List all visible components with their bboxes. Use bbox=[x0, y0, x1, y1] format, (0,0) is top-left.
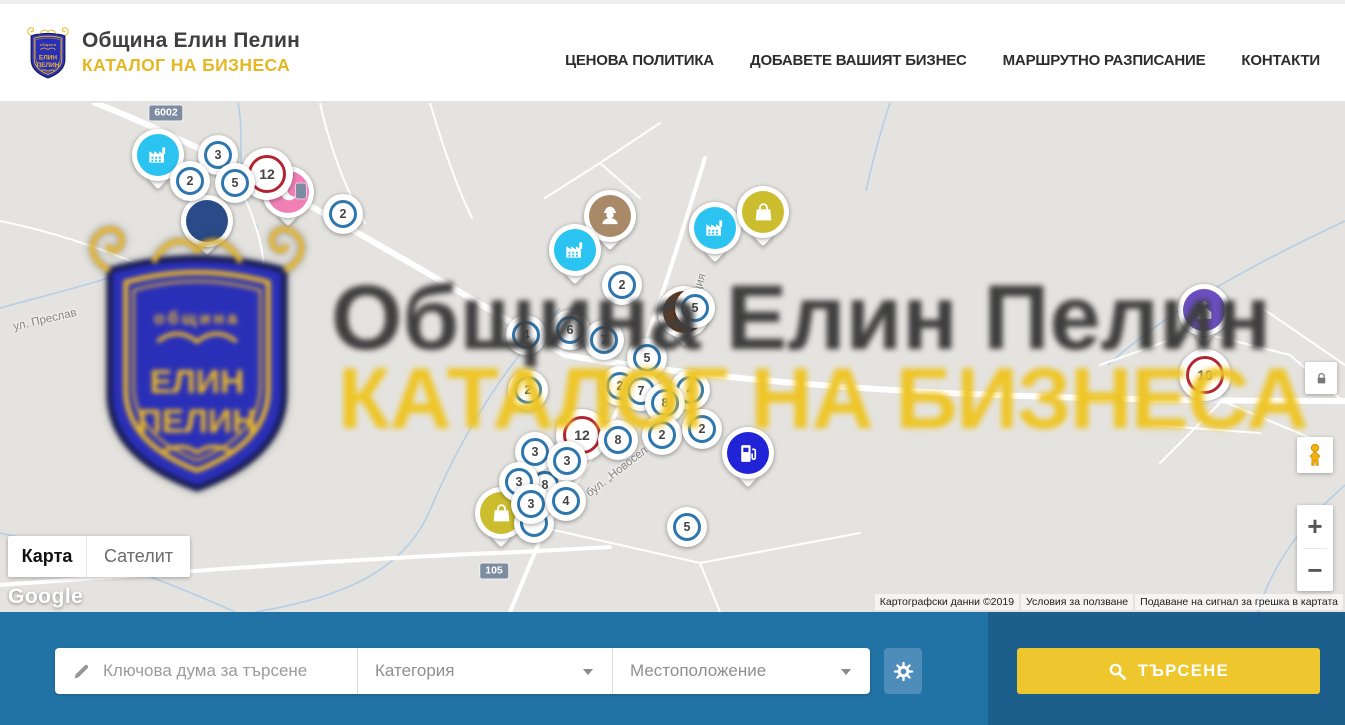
cluster-marker[interactable]: 3 bbox=[547, 441, 587, 481]
svg-text:ЕЛИН: ЕЛИН bbox=[39, 54, 58, 61]
cluster-marker[interactable]: 10 bbox=[1179, 349, 1231, 401]
cluster-marker[interactable]: 5 bbox=[667, 507, 707, 547]
zoom-in-button[interactable]: + bbox=[1297, 505, 1333, 548]
municipality-crest-icon: община ЕЛИН ПЕЛИН bbox=[25, 24, 71, 82]
cluster-marker[interactable]: 4 bbox=[506, 315, 546, 355]
brand-logo[interactable]: община ЕЛИН ПЕЛИН Община Елин Пелин КАТА… bbox=[25, 24, 300, 82]
category-select-label: Категория bbox=[375, 661, 454, 681]
site-title: Община Елин Пелин bbox=[82, 29, 300, 53]
map-lock-button[interactable] bbox=[1305, 362, 1337, 394]
cluster-marker[interactable]: 5 bbox=[675, 288, 715, 328]
map-type-control: Карта Сателит bbox=[8, 536, 190, 577]
svg-text:ПЕЛИН: ПЕЛИН bbox=[37, 62, 60, 69]
cluster-marker[interactable]: 7 bbox=[584, 320, 624, 360]
church-pin[interactable] bbox=[1178, 284, 1230, 336]
nav-add-business[interactable]: ДОБАВЕТЕ ВАШИЯТ БИЗНЕС bbox=[750, 52, 967, 69]
site-subtitle: КАТАЛОГ НА БИЗНЕСА bbox=[82, 55, 300, 76]
cluster-marker[interactable]: 8 bbox=[598, 420, 638, 460]
main-nav: ЦЕНОВА ПОЛИТИКА ДОБАВЕТЕ ВАШИЯТ БИЗНЕС М… bbox=[565, 52, 1320, 69]
zoom-out-button[interactable]: − bbox=[1297, 549, 1333, 592]
pegman-icon bbox=[1302, 442, 1328, 468]
cluster-marker[interactable]: 2 bbox=[642, 415, 682, 455]
location-select-label: Местоположение bbox=[630, 661, 766, 681]
cluster-marker[interactable]: 4 bbox=[546, 481, 586, 521]
satellite-view-button[interactable]: Сателит bbox=[86, 536, 190, 577]
zoom-control: + − bbox=[1297, 505, 1333, 591]
attribution-copyright: Картографски данни ©2019 bbox=[875, 594, 1019, 610]
fuel-pin[interactable] bbox=[722, 427, 774, 479]
google-logo[interactable]: Google bbox=[8, 585, 83, 609]
search-submit-label: ТЪРСЕНЕ bbox=[1138, 662, 1229, 681]
map-attribution: Картографски данни ©2019 Условия за полз… bbox=[875, 594, 1343, 610]
page: община ЕЛИН ПЕЛИН Община Елин Пелин КАТА… bbox=[0, 0, 1345, 725]
cluster-marker[interactable]: 2 bbox=[602, 265, 642, 305]
cluster-marker[interactable]: 3 bbox=[511, 484, 551, 524]
keyword-search-input[interactable] bbox=[103, 661, 357, 681]
factory-pin[interactable] bbox=[549, 224, 601, 276]
road-badge bbox=[296, 184, 306, 199]
category-select[interactable]: Категория bbox=[358, 648, 613, 694]
road-badge: 6002 bbox=[149, 106, 182, 121]
search-icon bbox=[1108, 662, 1127, 681]
cluster-marker[interactable]: 2 bbox=[323, 194, 363, 234]
pencil-icon bbox=[72, 662, 91, 681]
search-fields-group: Категория Местоположение bbox=[55, 648, 870, 694]
street-view-pegman-button[interactable] bbox=[1297, 437, 1333, 473]
road-badge: 105 bbox=[480, 564, 508, 579]
search-bar: Категория Местоположение ТЪРСЕНЕ bbox=[0, 612, 1345, 725]
nav-pricing-policy[interactable]: ЦЕНОВА ПОЛИТИКА bbox=[565, 52, 714, 69]
cluster-marker[interactable]: 2 bbox=[508, 370, 548, 410]
attribution-terms-link[interactable]: Условия за ползване bbox=[1021, 594, 1133, 610]
nav-route-schedule[interactable]: МАРШРУТНО РАЗПИСАНИЕ bbox=[1003, 52, 1206, 69]
svg-text:община: община bbox=[40, 43, 57, 47]
search-submit-button[interactable]: ТЪРСЕНЕ bbox=[1017, 648, 1320, 694]
header: община ЕЛИН ПЕЛИН Община Елин Пелин КАТА… bbox=[0, 4, 1345, 103]
cluster-marker[interactable]: 5 bbox=[215, 163, 255, 203]
cluster-marker[interactable]: 2 bbox=[682, 409, 722, 449]
nav-contacts[interactable]: КОНТАКТИ bbox=[1241, 52, 1320, 69]
bag-pin[interactable] bbox=[737, 186, 789, 238]
lock-icon bbox=[1314, 371, 1329, 386]
chevron-down-icon bbox=[841, 669, 851, 675]
map-view-button[interactable]: Карта bbox=[8, 536, 86, 577]
location-select[interactable]: Местоположение bbox=[613, 648, 870, 694]
attribution-report-error-link[interactable]: Подаване на сигнал за грешка в картата bbox=[1135, 594, 1343, 610]
chevron-down-icon bbox=[583, 669, 593, 675]
cluster-marker[interactable]: 2 bbox=[170, 161, 210, 201]
map-canvas[interactable]: 12325225647527248128228333345106002105ул… bbox=[0, 103, 1345, 612]
advanced-search-button[interactable] bbox=[884, 648, 922, 694]
plain-pin[interactable] bbox=[181, 195, 233, 247]
keyword-field bbox=[55, 648, 358, 694]
factory-pin[interactable] bbox=[689, 202, 741, 254]
gear-icon bbox=[893, 661, 914, 682]
